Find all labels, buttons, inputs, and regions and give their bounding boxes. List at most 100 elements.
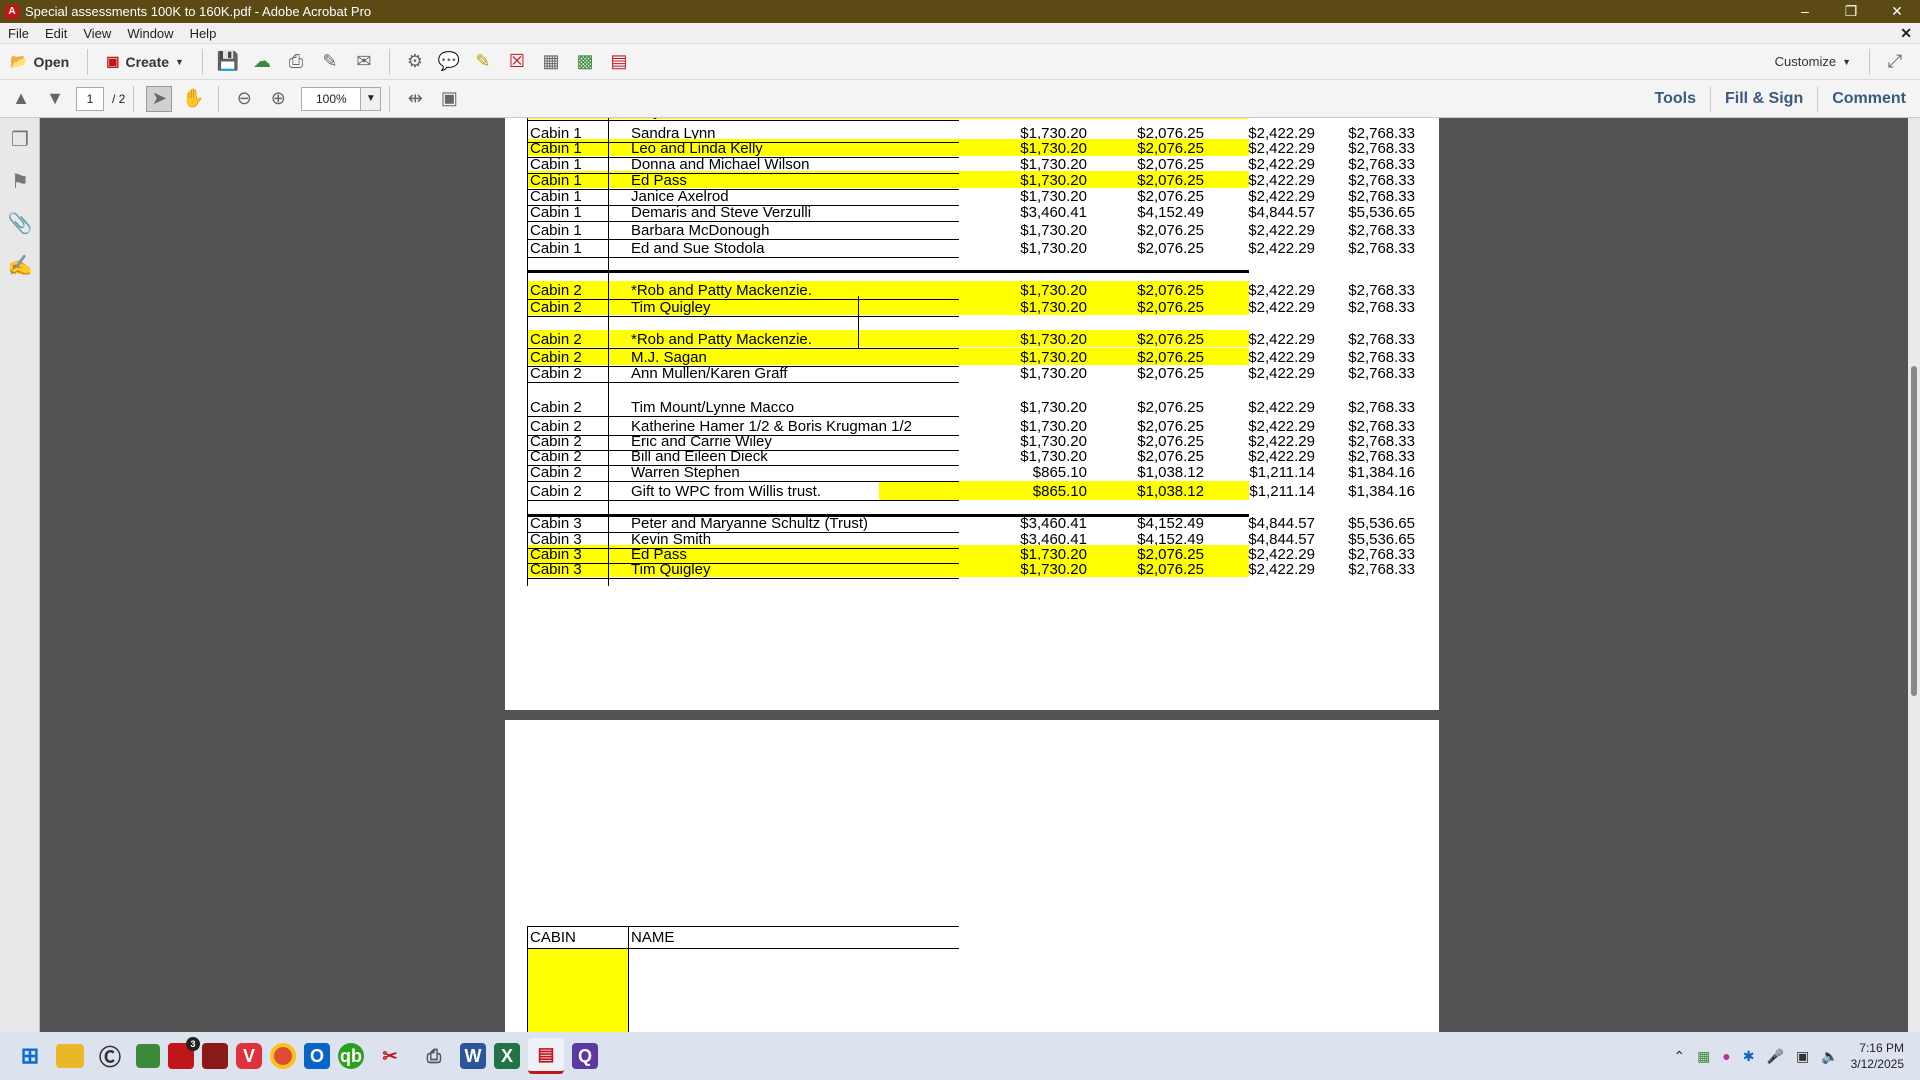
table-rule bbox=[527, 348, 959, 349]
comment-link[interactable]: Comment bbox=[1817, 85, 1920, 112]
volume-icon[interactable]: 🔈 bbox=[1821, 1048, 1838, 1065]
pdf-page-2: CABIN NAME bbox=[505, 720, 1439, 1032]
customize-dropdown[interactable]: Customize ▼ bbox=[1765, 47, 1861, 77]
print-icon[interactable]: ⎙ bbox=[283, 49, 309, 75]
zoom-out-icon[interactable]: ⊖ bbox=[231, 86, 257, 112]
document-search-icon[interactable]: ▦ bbox=[538, 49, 564, 75]
bluetooth-icon[interactable]: ✱ bbox=[1743, 1048, 1755, 1065]
vertical-scrollbar[interactable] bbox=[1908, 118, 1920, 1032]
app-chrome-circle-icon[interactable]: Ⓒ bbox=[92, 1038, 128, 1074]
table-rule bbox=[628, 926, 629, 1032]
close-document-icon[interactable]: ✕ bbox=[1900, 25, 1912, 42]
table-rule bbox=[527, 142, 959, 143]
restore-button[interactable]: ❐ bbox=[1828, 0, 1874, 23]
menu-bar: File Edit View Window Help ✕ bbox=[0, 23, 1920, 44]
document-viewport[interactable]: Cabin 1Amy Hanninen$1,730.20$2,076.25$2,… bbox=[41, 118, 1910, 1032]
printer-app-icon[interactable]: ⎙ bbox=[416, 1038, 452, 1074]
fit-page-icon[interactable]: ▣ bbox=[436, 86, 462, 112]
menu-help[interactable]: Help bbox=[182, 26, 225, 41]
close-window-button[interactable]: ✕ bbox=[1874, 0, 1920, 23]
zoom-in-icon[interactable]: ⊕ bbox=[265, 86, 291, 112]
highlight-icon[interactable]: ✎ bbox=[470, 49, 496, 75]
tools-link[interactable]: Tools bbox=[1641, 86, 1710, 112]
signatures-icon[interactable]: ✍ bbox=[0, 244, 40, 286]
open-button[interactable]: 📂 Open bbox=[0, 47, 79, 77]
network-icon[interactable]: ▣ bbox=[1796, 1048, 1809, 1065]
amount-cell-3: $2,422.29 bbox=[1248, 349, 1315, 366]
page-thumbnails-icon[interactable]: ❐ bbox=[0, 118, 40, 160]
menu-edit[interactable]: Edit bbox=[37, 26, 75, 41]
excel-icon[interactable]: X bbox=[494, 1043, 520, 1069]
notification-badge: 3 bbox=[186, 1037, 200, 1051]
amount-cell-3: $2,422.29 bbox=[1248, 448, 1315, 465]
bookmarks-icon[interactable]: ⚑ bbox=[0, 160, 40, 202]
fill-sign-link[interactable]: Fill & Sign bbox=[1710, 85, 1817, 112]
email-icon[interactable]: ✉ bbox=[351, 49, 377, 75]
snipping-tool-icon[interactable]: ✂ bbox=[372, 1038, 408, 1074]
expand-icon[interactable]: ⤢ bbox=[1882, 49, 1908, 75]
chevron-up-icon[interactable]: ⌃ bbox=[1673, 1048, 1685, 1065]
amount-cell-2: $2,076.25 bbox=[1137, 448, 1204, 465]
table-rule bbox=[527, 299, 959, 300]
amount-cell-3: $2,422.29 bbox=[1248, 331, 1315, 348]
app-purple-icon[interactable]: Q bbox=[572, 1043, 598, 1069]
outlook-icon[interactable]: O bbox=[304, 1043, 330, 1069]
navigation-toolbar: ▲ ▼ 1 / 2 ➤ ✋ ⊖ ⊕ 100% ▼ ⇹ ▣ Tools Fill … bbox=[0, 80, 1920, 118]
sign-document-icon[interactable]: ▤ bbox=[606, 49, 632, 75]
hand-tool-icon[interactable]: ✋ bbox=[180, 86, 206, 112]
name-cell: Demaris and Steve Verzulli bbox=[631, 204, 812, 221]
app-red-stack-icon[interactable]: 3 bbox=[168, 1037, 200, 1069]
select-cursor-icon[interactable]: ➤ bbox=[146, 85, 173, 112]
file-explorer-icon[interactable] bbox=[56, 1044, 84, 1068]
comment-icon[interactable]: 💬 bbox=[436, 49, 462, 75]
amount-cell-3: $2,422.29 bbox=[1248, 365, 1315, 382]
table-rule bbox=[527, 465, 959, 466]
microphone-icon[interactable]: 🎤 bbox=[1767, 1048, 1784, 1065]
tray-color-icon[interactable]: ● bbox=[1722, 1048, 1730, 1064]
create-button[interactable]: ▣ Create ▼ bbox=[96, 47, 194, 77]
acrobat-taskbar-icon[interactable]: ▤ bbox=[528, 1038, 564, 1074]
page-number-input[interactable]: 1 bbox=[76, 86, 104, 111]
table-rule bbox=[527, 221, 959, 222]
table-rule bbox=[527, 270, 1249, 273]
amount-cell-3: $4,844.57 bbox=[1248, 515, 1315, 532]
vivaldi-browser-icon[interactable]: V bbox=[236, 1043, 262, 1069]
attachments-icon[interactable]: 📎 bbox=[0, 202, 40, 244]
save-icon[interactable]: 💾 bbox=[215, 49, 241, 75]
upload-cloud-icon[interactable]: ☁ bbox=[249, 49, 275, 75]
zoom-dropdown-icon[interactable]: ▼ bbox=[361, 86, 382, 111]
tray-app-icon[interactable]: ▦ bbox=[1697, 1048, 1710, 1065]
table-rule bbox=[527, 481, 959, 482]
windows-start-icon[interactable]: ⊞ bbox=[12, 1038, 48, 1074]
settings-gear-icon[interactable]: ⚙ bbox=[402, 49, 428, 75]
app-dark-red-icon[interactable] bbox=[202, 1043, 228, 1069]
fit-width-icon[interactable]: ⇹ bbox=[402, 86, 428, 112]
amount-cell-4: $2,768.33 bbox=[1348, 240, 1415, 257]
clock[interactable]: 7:16 PM 3/12/2025 bbox=[1851, 1040, 1904, 1072]
folder-icon: 📂 bbox=[10, 53, 28, 69]
quickbooks-icon[interactable]: qb bbox=[338, 1043, 364, 1069]
scrollbar-thumb[interactable] bbox=[1911, 366, 1917, 696]
table-rule bbox=[527, 514, 1249, 517]
menu-view[interactable]: View bbox=[75, 26, 119, 41]
amount-cell-4: $2,768.33 bbox=[1348, 349, 1415, 366]
amount-cell-4: $2,768.33 bbox=[1348, 299, 1415, 316]
app-colorful-icon[interactable] bbox=[136, 1044, 160, 1068]
previous-page-icon[interactable]: ▲ bbox=[8, 86, 34, 112]
chrome-browser-icon[interactable] bbox=[270, 1043, 296, 1069]
name-cell: Warren Stephen bbox=[631, 464, 740, 481]
minimize-button[interactable]: – bbox=[1782, 0, 1828, 23]
zoom-level-input[interactable]: 100% bbox=[301, 86, 362, 111]
redact-icon[interactable]: ☒ bbox=[504, 49, 530, 75]
amount-cell-3: $2,422.29 bbox=[1248, 399, 1315, 416]
divider bbox=[218, 85, 220, 112]
menu-window[interactable]: Window bbox=[119, 26, 181, 41]
edit-icon[interactable]: ✎ bbox=[317, 49, 343, 75]
next-page-icon[interactable]: ▼ bbox=[42, 86, 68, 112]
export-icon[interactable]: ▩ bbox=[572, 49, 598, 75]
amount-cell-2: $2,076.25 bbox=[1137, 299, 1204, 316]
menu-file[interactable]: File bbox=[0, 26, 37, 41]
word-icon[interactable]: W bbox=[460, 1043, 486, 1069]
amount-cell-1: $3,460.41 bbox=[1020, 204, 1087, 221]
cabin-cell: Cabin 1 bbox=[530, 172, 582, 189]
